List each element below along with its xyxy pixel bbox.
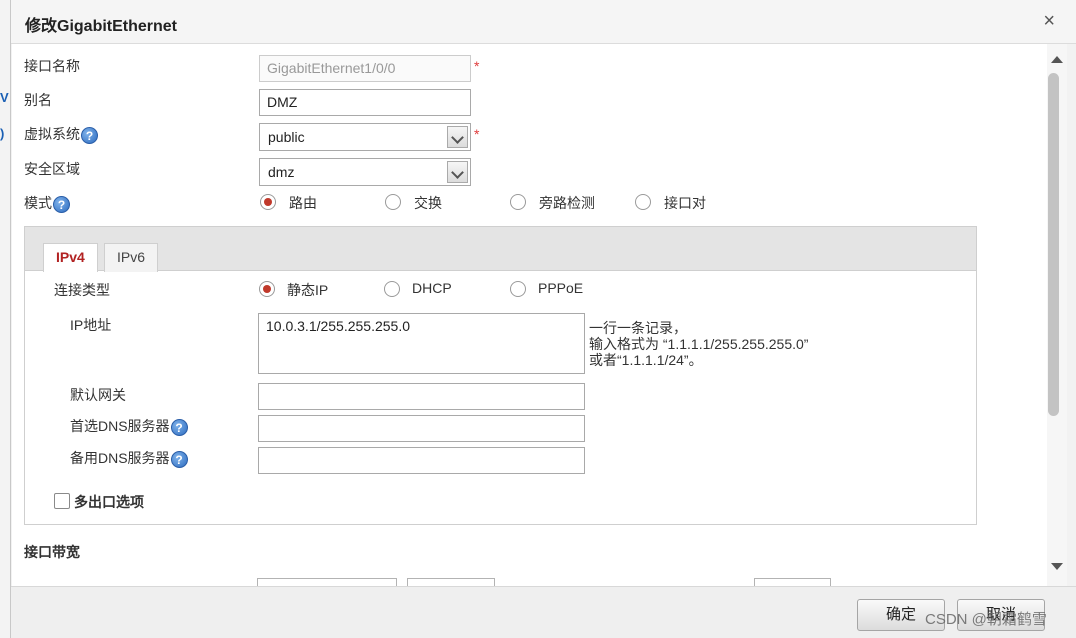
bandwidth-select-partial[interactable] <box>407 578 495 586</box>
security-zone-value: dmz <box>268 164 295 180</box>
secondary-dns-input[interactable] <box>258 447 585 474</box>
scrollbar-thumb[interactable] <box>1048 73 1059 416</box>
ip-hint-line: 或者“1.1.1.1/24”。 <box>589 352 703 368</box>
close-icon[interactable]: × <box>1043 10 1055 32</box>
dialog-title: 修改GigabitEthernet <box>25 18 178 35</box>
tab-ipv4[interactable]: IPv4 <box>43 243 98 272</box>
mode-radio-route[interactable] <box>260 194 276 210</box>
bandwidth-input-partial[interactable] <box>754 578 831 586</box>
mode-option-label: 旁路检测 <box>539 195 595 211</box>
dialog-footer: 确定 取消 <box>11 586 1076 638</box>
mode-radio-interface-pair[interactable] <box>635 194 651 210</box>
mode-label: 模式? <box>24 193 70 213</box>
edit-interface-dialog: 修改GigabitEthernet × 接口名称 GigabitEthernet… <box>10 0 1076 638</box>
ip-hint-line: 一行一条记录， <box>589 320 687 336</box>
secondary-dns-label-text: 备用DNS服务器 <box>70 450 170 466</box>
required-mark: * <box>474 58 480 74</box>
chevron-down-icon[interactable] <box>447 161 468 183</box>
security-zone-label: 安全区域 <box>24 161 80 177</box>
conn-radio-dhcp[interactable] <box>384 281 400 297</box>
multi-exit-label: 多出口选项 <box>74 494 144 510</box>
scroll-down-arrow-icon[interactable] <box>1051 563 1063 570</box>
dialog-header: 修改GigabitEthernet × <box>11 0 1076 44</box>
default-gateway-label: 默认网关 <box>70 387 126 403</box>
help-icon[interactable]: ? <box>53 195 70 213</box>
required-mark: * <box>474 126 480 142</box>
background-page-edge: V ) <box>0 0 10 638</box>
tab-bar: IPv4 IPv6 <box>25 227 976 272</box>
conn-option-label: DHCP <box>412 280 452 296</box>
secondary-dns-label: 备用DNS服务器? <box>70 448 188 468</box>
mode-option-label: 接口对 <box>664 195 706 211</box>
ip-address-label: IP地址 <box>70 317 112 333</box>
default-gateway-input[interactable] <box>258 383 585 410</box>
conn-option-label: PPPoE <box>538 280 584 296</box>
dialog-body: 接口名称 GigabitEthernet1/0/0 * 别名 DMZ 虚拟系统?… <box>12 44 1047 586</box>
help-icon[interactable]: ? <box>170 450 188 468</box>
ip-hint-line: 输入格式为 “1.1.1.1/255.255.255.0” <box>589 336 809 352</box>
mode-option-label: 交换 <box>414 195 442 211</box>
background-text-fragment: V <box>0 90 9 105</box>
mode-radio-switch[interactable] <box>385 194 401 210</box>
virtual-system-select[interactable]: public <box>259 123 471 151</box>
multi-exit-checkbox[interactable] <box>54 493 70 509</box>
virtual-system-value: public <box>268 129 305 145</box>
alias-input[interactable]: DMZ <box>259 89 471 116</box>
conn-radio-pppoe[interactable] <box>510 281 526 297</box>
chevron-down-icon[interactable] <box>447 126 468 148</box>
watermark: CSDN @朝霜鹤雪 <box>925 611 1047 628</box>
ip-address-textarea[interactable]: 10.0.3.1/255.255.255.0 <box>258 313 585 374</box>
scroll-up-arrow-icon[interactable] <box>1051 56 1063 63</box>
security-zone-select[interactable]: dmz <box>259 158 471 186</box>
vertical-scrollbar[interactable] <box>1047 44 1067 586</box>
primary-dns-label: 首选DNS服务器? <box>70 416 188 436</box>
mode-radio-bypass[interactable] <box>510 194 526 210</box>
interface-name-label: 接口名称 <box>24 58 80 74</box>
mode-option-label: 路由 <box>289 195 317 211</box>
conn-radio-static-ip[interactable] <box>259 281 275 297</box>
connection-type-label: 连接类型 <box>54 282 110 298</box>
virtual-system-label: 虚拟系统? <box>24 124 98 144</box>
interface-name-field: GigabitEthernet1/0/0 <box>259 55 471 82</box>
virtual-system-label-text: 虚拟系统 <box>24 126 80 142</box>
primary-dns-label-text: 首选DNS服务器 <box>70 418 170 434</box>
alias-label: 别名 <box>24 92 52 108</box>
help-icon[interactable]: ? <box>81 126 98 144</box>
tab-ipv6[interactable]: IPv6 <box>104 243 159 272</box>
conn-option-label: 静态IP <box>287 282 329 298</box>
ip-config-panel: IPv4 IPv6 连接类型 静态IP DHCP PPPoE IP地址 10.0… <box>24 226 977 525</box>
primary-dns-input[interactable] <box>258 415 585 442</box>
background-text-fragment: ) <box>0 126 5 141</box>
bandwidth-section-title: 接口带宽 <box>24 544 80 560</box>
help-icon[interactable]: ? <box>170 418 188 436</box>
bandwidth-input-partial[interactable] <box>257 578 397 586</box>
mode-label-text: 模式 <box>24 195 52 211</box>
